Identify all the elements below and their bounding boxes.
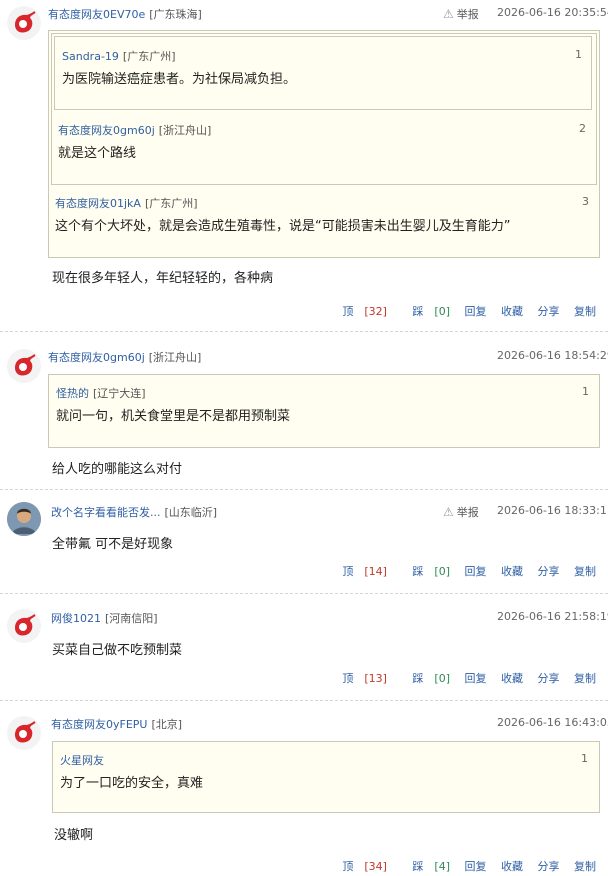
share-button[interactable]: 分享 <box>538 305 560 318</box>
downvote-button[interactable]: 踩 [0] <box>401 305 450 318</box>
comment-divider <box>0 489 608 490</box>
reply-button[interactable]: 回复 <box>465 672 487 685</box>
report-label: 举报 <box>456 506 479 519</box>
quote-location: [辽宁大连] <box>93 387 146 400</box>
comment-body: 全带氟 可不是好现象 <box>52 537 174 552</box>
comment-body: 买菜自己做不吃预制菜 <box>52 643 183 658</box>
comment-location: [河南信阳] <box>105 612 158 625</box>
report-button[interactable]: ⚠ 举报 <box>443 6 479 22</box>
comment-actions: 顶 [13] 踩 [0] 回复 收藏 分享 复制 <box>320 670 596 686</box>
collect-button[interactable]: 收藏 <box>501 860 523 873</box>
upvote-button[interactable]: 顶 [13] <box>331 672 387 685</box>
quote-username[interactable]: Sandra-19 <box>62 50 119 63</box>
comment-body: 给人吃的哪能这么对付 <box>52 462 183 477</box>
avatar-default-icon[interactable] <box>7 716 41 750</box>
reply-button[interactable]: 回复 <box>465 565 487 578</box>
collect-button[interactable]: 收藏 <box>501 305 523 318</box>
comment-time: 2026-06-16 18:33:11 <box>497 504 608 517</box>
quote-text: 这个有个大坏处，就是会造成生殖毒性，说是“可能损害未出生婴儿及生育能力” <box>55 219 511 234</box>
comment-username[interactable]: 有态度网友0EV70e <box>48 8 145 21</box>
comment-time: 2026-06-16 20:35:54 <box>497 6 608 19</box>
comment-username[interactable]: 网俊1021 <box>51 612 101 625</box>
quote-floor-number: 1 <box>582 385 589 398</box>
comment-actions: 顶 [32] 踩 [0] 回复 收藏 分享 复制 <box>320 303 596 319</box>
report-button[interactable]: ⚠ 举报 <box>443 504 479 520</box>
reply-button[interactable]: 回复 <box>465 860 487 873</box>
comment-actions: 顶 [34] 踩 [4] 回复 收藏 分享 复制 <box>320 858 596 874</box>
quote-username[interactable]: 怪热的 <box>56 387 89 400</box>
avatar-default-icon[interactable] <box>7 349 41 383</box>
downvote-button[interactable]: 踩 [4] <box>401 860 450 873</box>
comment-divider <box>0 700 608 701</box>
quote-username[interactable]: 有态度网友01jkA <box>55 197 141 210</box>
copy-button[interactable]: 复制 <box>574 305 596 318</box>
copy-button[interactable]: 复制 <box>574 860 596 873</box>
comment-location: [广东珠海] <box>149 8 202 21</box>
copy-button[interactable]: 复制 <box>574 672 596 685</box>
avatar-default-icon[interactable] <box>7 609 41 643</box>
share-button[interactable]: 分享 <box>538 860 560 873</box>
comment-divider <box>0 593 608 594</box>
collect-button[interactable]: 收藏 <box>501 672 523 685</box>
quote-floor-number: 1 <box>581 752 588 765</box>
quote-floor-number: 3 <box>582 195 589 208</box>
quote-location: [广东广州] <box>122 50 176 63</box>
warning-icon: ⚠ <box>443 7 454 21</box>
avatar-default-icon[interactable] <box>7 6 41 40</box>
collect-button[interactable]: 收藏 <box>501 565 523 578</box>
copy-button[interactable]: 复制 <box>574 565 596 578</box>
upvote-button[interactable]: 顶 [14] <box>331 565 387 578</box>
quote-text: 就问一句，机关食堂里是不是都用预制菜 <box>56 409 291 424</box>
comment-time: 2026-06-16 18:54:29 <box>497 349 608 362</box>
report-label: 举报 <box>456 8 479 21</box>
comment-time: 2026-06-16 16:43:05 <box>497 716 608 729</box>
comment-location: [北京] <box>151 718 183 731</box>
upvote-button[interactable]: 顶 [32] <box>331 305 387 318</box>
comment-username[interactable]: 有态度网友0yFEPU <box>51 718 147 731</box>
comment-time: 2026-06-16 21:58:19 <box>497 610 608 623</box>
share-button[interactable]: 分享 <box>538 672 560 685</box>
comment-username[interactable]: 有态度网友0gm60j <box>48 351 145 364</box>
quote-username[interactable]: 有态度网友0gm60j <box>58 124 155 137</box>
comment-location: [浙江舟山] <box>148 351 202 364</box>
comment-actions: 顶 [14] 踩 [0] 回复 收藏 分享 复制 <box>320 563 596 579</box>
quote-location: [浙江舟山] <box>158 124 212 137</box>
quote-floor-number: 1 <box>575 48 582 61</box>
comment-location: [山东临沂] <box>164 506 218 519</box>
share-button[interactable]: 分享 <box>538 565 560 578</box>
downvote-button[interactable]: 踩 [0] <box>401 672 450 685</box>
quote-floor-number: 2 <box>579 122 586 135</box>
quote-text: 为医院输送癌症患者。为社保局减负担。 <box>62 72 297 87</box>
warning-icon: ⚠ <box>443 505 454 519</box>
quote-username[interactable]: 火星网友 <box>60 754 104 767</box>
reply-button[interactable]: 回复 <box>465 305 487 318</box>
quote-text: 为了一口吃的安全，真难 <box>60 776 204 791</box>
comment-body: 现在很多年轻人，年纪轻轻的，各种病 <box>52 271 274 286</box>
avatar-photo[interactable] <box>7 502 41 536</box>
comment-divider <box>0 331 608 332</box>
comment-body: 没辙啊 <box>54 828 94 843</box>
downvote-button[interactable]: 踩 [0] <box>401 565 450 578</box>
comment-username[interactable]: 改个名字看看能否发... <box>51 506 161 519</box>
upvote-button[interactable]: 顶 [34] <box>331 860 387 873</box>
quote-text: 就是这个路线 <box>58 146 137 161</box>
quote-location: [广东广州] <box>144 197 198 210</box>
